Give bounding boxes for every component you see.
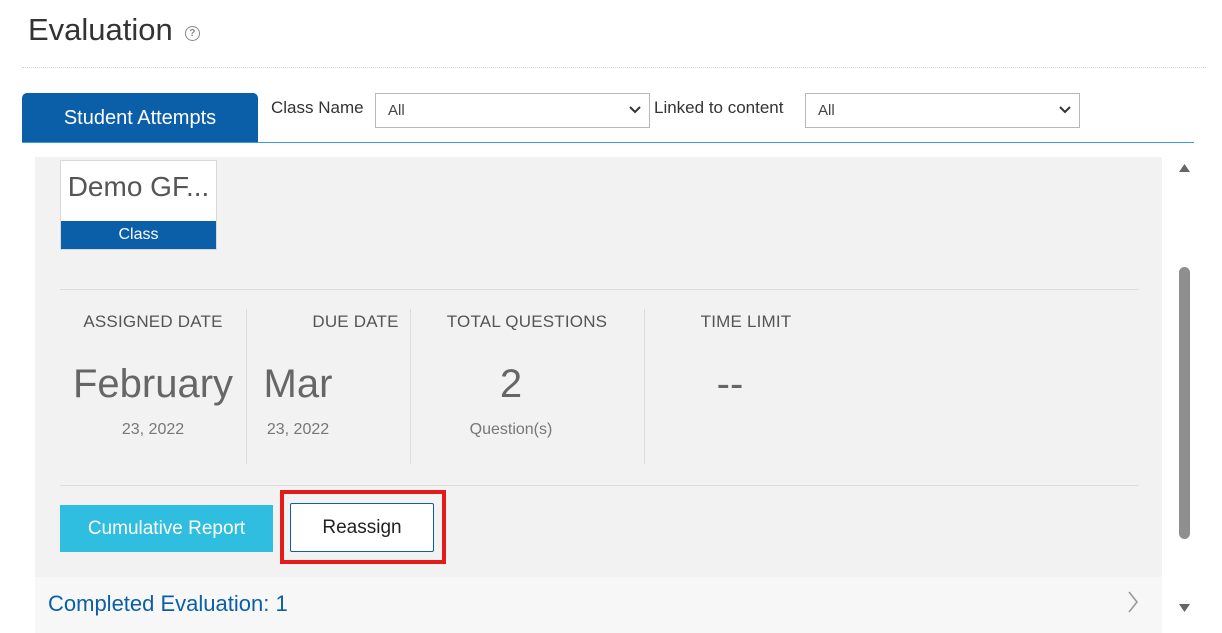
linked-content-select-value: All xyxy=(818,102,835,119)
scroll-down-arrow-icon[interactable] xyxy=(1178,603,1191,613)
completed-evaluation-label: Completed Evaluation: 1 xyxy=(48,591,288,616)
chevron-down-icon xyxy=(1059,106,1071,114)
stat-due-label: DUE DATE xyxy=(312,312,399,331)
evaluation-panel: Demo GF... Class ASSIGNED DATE February … xyxy=(35,157,1162,577)
chevron-right-icon xyxy=(1128,591,1139,613)
class-name-select[interactable]: All xyxy=(375,93,650,128)
scrollbar[interactable] xyxy=(1172,157,1196,619)
stat-due-value: Mar xyxy=(263,362,333,406)
stat-questions-label: TOTAL QUESTIONS xyxy=(446,312,608,331)
header-divider xyxy=(22,67,1206,68)
completed-evaluation-row[interactable]: Completed Evaluation: 1 xyxy=(35,577,1162,633)
stat-time-label: TIME LIMIT xyxy=(700,312,792,331)
stat-time-limit: TIME LIMIT -- xyxy=(644,290,848,464)
page-title-container: Evaluation ? xyxy=(28,12,200,48)
chevron-down-icon xyxy=(629,106,641,114)
question-circle-icon[interactable]: ? xyxy=(184,25,200,41)
stat-due-sub: 23, 2022 xyxy=(266,421,330,438)
stat-time-value: -- xyxy=(716,362,744,406)
stat-assigned-label: ASSIGNED DATE xyxy=(83,312,223,331)
class-name-select-value: All xyxy=(388,102,405,119)
cumulative-report-button[interactable]: Cumulative Report xyxy=(60,505,273,552)
stat-assigned-sub: 23, 2022 xyxy=(121,421,185,438)
tab-underline xyxy=(22,142,1194,143)
evaluation-page: Evaluation ? Student Attempts Class Name… xyxy=(0,0,1222,633)
linked-content-select[interactable]: All xyxy=(805,93,1080,128)
page-title: Evaluation xyxy=(28,12,173,47)
class-card-name: Demo GF... xyxy=(67,171,210,202)
class-card[interactable]: Demo GF... Class xyxy=(60,160,217,250)
stat-total-questions: TOTAL QUESTIONS 2 Question(s) xyxy=(410,290,644,464)
tab-student-attempts[interactable]: Student Attempts xyxy=(22,93,258,143)
class-name-label: Class Name xyxy=(271,98,364,117)
stat-assigned-date: ASSIGNED DATE February 23, 2022 xyxy=(60,290,246,464)
stat-questions-sub: Question(s) xyxy=(469,421,553,438)
stat-due-date: DUE DATE Mar 23, 2022 xyxy=(246,290,410,464)
scroll-up-arrow-icon[interactable] xyxy=(1178,163,1191,173)
stat-questions-value: 2 xyxy=(499,362,523,406)
tab-student-attempts-label: Student Attempts xyxy=(63,106,217,129)
stats-bottom-divider xyxy=(60,485,1138,486)
scrollbar-thumb[interactable] xyxy=(1179,267,1190,539)
stat-assigned-value: February xyxy=(72,362,234,406)
reassign-button[interactable]: Reassign xyxy=(290,503,434,552)
class-card-tag: Class xyxy=(61,221,216,249)
linked-content-label: Linked to content xyxy=(654,98,784,117)
